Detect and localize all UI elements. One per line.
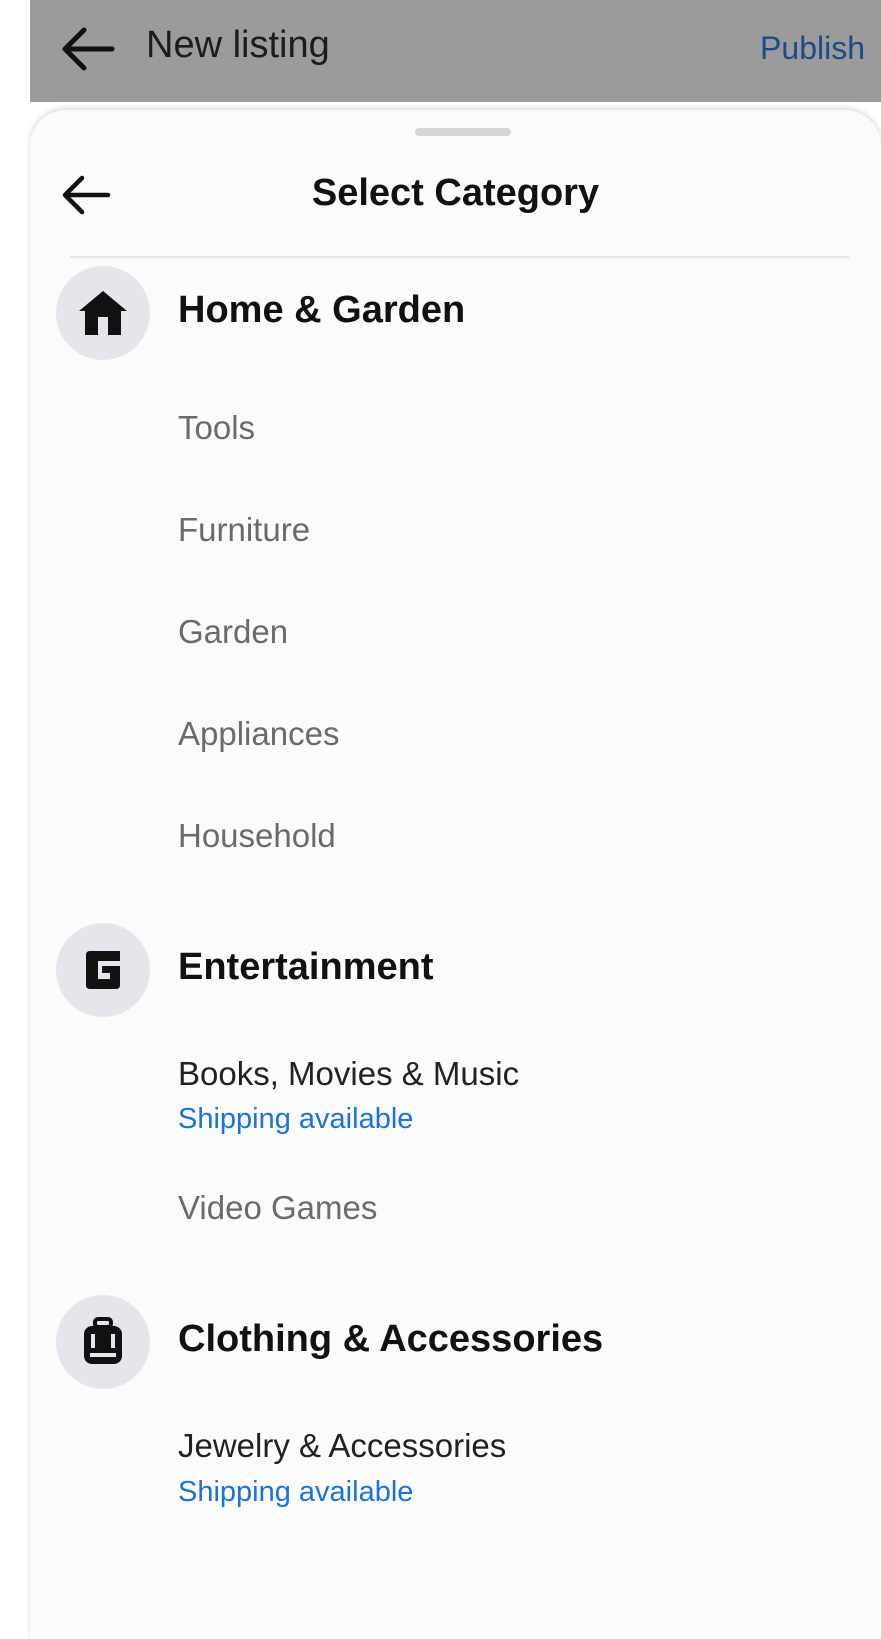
category-name: Home & Garden	[178, 289, 466, 331]
subcategory-tools[interactable]: Tools	[178, 409, 255, 447]
backpack-icon	[56, 1295, 150, 1389]
subcategory-furniture[interactable]: Furniture	[178, 511, 310, 549]
divider	[70, 256, 849, 258]
subcategory-jewelry-accessories[interactable]: Jewelry & Accessories	[178, 1427, 506, 1465]
back-arrow-icon[interactable]	[58, 22, 116, 76]
shipping-available-note: Shipping available	[178, 1476, 414, 1508]
publish-button[interactable]: Publish	[760, 30, 865, 67]
top-app-bar: New listing Publish	[30, 0, 881, 102]
entertainment-icon	[56, 923, 150, 1017]
subcategory-video-games[interactable]: Video Games	[178, 1189, 377, 1227]
sheet-title: Select Category	[311, 172, 600, 214]
shipping-available-note: Shipping available	[178, 1103, 414, 1135]
page-title: New listing	[146, 24, 330, 66]
subcategory-books-movies-music[interactable]: Books, Movies & Music	[178, 1055, 519, 1093]
subcategory-garden[interactable]: Garden	[178, 613, 288, 651]
category-name: Clothing & Accessories	[178, 1318, 604, 1360]
subcategory-appliances[interactable]: Appliances	[178, 715, 339, 753]
sheet-drag-handle[interactable]	[415, 128, 511, 136]
category-name: Entertainment	[178, 946, 434, 988]
subcategory-household[interactable]: Household	[178, 817, 336, 855]
home-icon	[56, 266, 150, 360]
category-bottom-sheet: Select Category Home & Garden Tools Furn…	[30, 110, 881, 1639]
